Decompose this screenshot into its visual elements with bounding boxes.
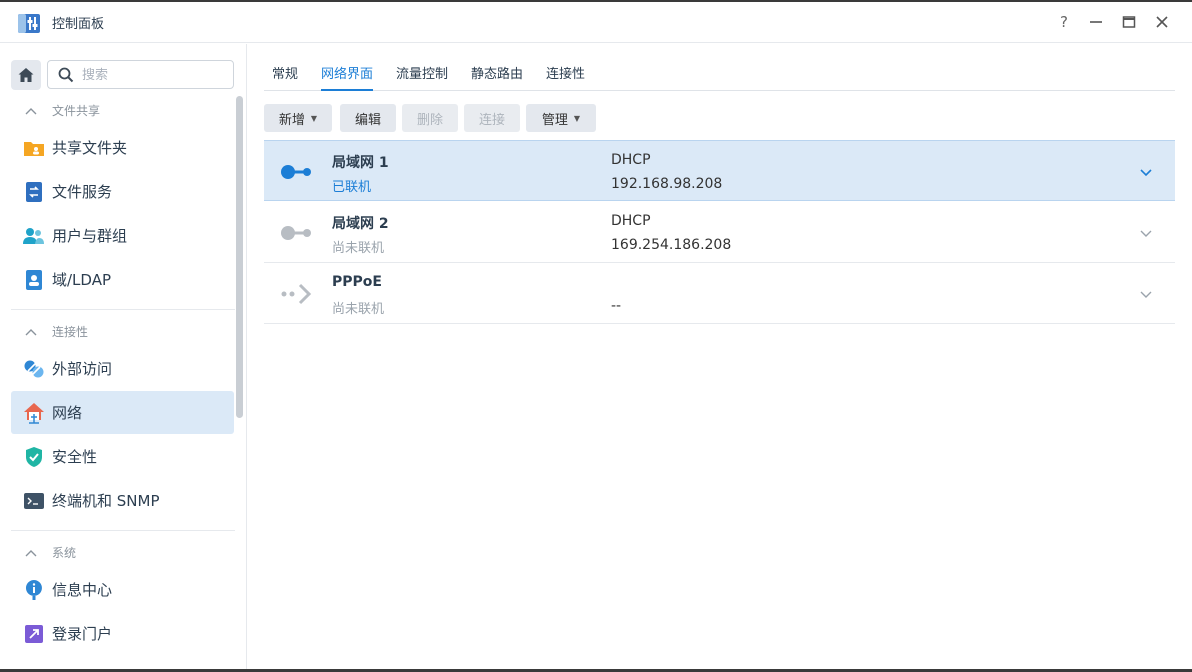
interface-status: 已联机 [332,180,372,195]
minimize-button[interactable] [1086,12,1106,32]
pppoe-icon [281,283,312,305]
section-header-connectivity[interactable]: 连接性 [25,323,88,340]
sidebar-scrollbar[interactable] [236,96,243,418]
control-panel-app-icon [18,14,40,33]
chevron-down-icon[interactable] [1136,223,1156,243]
terminal-icon [23,490,45,512]
sidebar-item-label: 文件服务 [52,183,113,201]
sidebar-item-label: 域/LDAP [52,271,112,289]
tab-general[interactable]: 常规 [272,63,298,82]
interface-status: 尚未联机 [332,241,385,256]
interface-status: 尚未联机 [332,302,385,317]
file-services-icon [23,181,45,203]
interface-row-lan2[interactable]: 局域网 2 尚未联机 DHCP 169.254.186.208 [264,202,1175,263]
caret-down-icon: ▼ [310,113,318,123]
maximize-button[interactable] [1119,12,1139,32]
section-header-system[interactable]: 系统 [25,544,76,561]
interface-name: 局域网 1 [332,155,389,171]
section-title: 系统 [52,546,77,560]
create-button-label: 新增 [278,112,305,128]
close-icon [1156,16,1168,28]
sidebar-item-users-groups[interactable]: 用户与群组 [11,214,234,257]
external-access-icon [23,358,45,380]
sidebar-item-label: 用户与群组 [52,227,128,245]
sidebar-item-shared-folder[interactable]: 共享文件夹 [11,126,234,169]
interface-mode: DHCP [611,152,651,168]
maximize-icon [1122,16,1136,28]
sidebar-item-label: 信息中心 [52,581,113,599]
sidebar-item-label: 外部访问 [52,360,113,378]
folder-share-icon [23,137,45,159]
sidebar-divider [11,309,235,310]
title-bar: 控制面板 ? [0,2,1192,43]
main-panel: 常规 网络界面 流量控制 静态路由 连接性 新增 ▼ 编辑 删除 连接 管理 ▼… [248,44,1192,669]
chevron-down-icon[interactable] [1136,284,1156,304]
tab-static-route[interactable]: 静态路由 [471,63,523,82]
interface-ip: 192.168.98.208 [611,176,723,192]
users-groups-icon [23,225,45,247]
section-header-file-sharing[interactable]: 文件共享 [25,102,100,119]
caret-down-icon: ▼ [573,113,581,123]
create-button[interactable]: 新增 ▼ [264,104,332,132]
delete-button[interactable]: 删除 [402,104,458,132]
edit-button[interactable]: 编辑 [340,104,396,132]
sidebar-item-info-center[interactable]: 信息中心 [11,568,234,611]
sidebar: 文件共享 共享文件夹 文件服务 用户与群组 域/LDAP 连接性 [0,44,247,669]
close-button[interactable] [1152,12,1172,32]
window-title: 控制面板 [52,17,105,32]
sidebar-item-label: 安全性 [52,448,98,466]
interface-name: PPPoE [332,274,382,290]
interface-name: 局域网 2 [332,216,389,232]
interface-ip: 169.254.186.208 [611,237,732,253]
help-button[interactable]: ? [1054,12,1074,32]
minimize-icon [1090,21,1102,23]
sidebar-item-external-access[interactable]: 外部访问 [11,347,234,390]
sidebar-item-security[interactable]: 安全性 [11,435,234,478]
search-box[interactable] [47,60,234,89]
chevron-up-icon [25,325,39,339]
tab-connectivity[interactable]: 连接性 [546,63,585,82]
sidebar-item-label: 登录门户 [52,625,113,643]
interface-row-pppoe[interactable]: PPPoE 尚未联机 -- [264,263,1175,324]
chevron-up-icon [25,546,39,560]
sidebar-item-label: 网络 [52,404,83,422]
info-center-icon [23,579,45,601]
sidebar-item-network[interactable]: 网络 [11,391,234,434]
network-house-icon [23,402,45,424]
search-icon [58,67,74,83]
section-title: 文件共享 [52,104,101,118]
section-title: 连接性 [52,325,89,339]
manage-button-label: 管理 [541,112,568,128]
manage-button[interactable]: 管理 ▼ [526,104,596,132]
lan-disconnected-icon [281,226,311,240]
chevron-down-icon[interactable] [1136,162,1156,182]
interface-ip: -- [611,298,622,314]
lan-connected-icon [281,165,311,179]
login-portal-icon [23,623,45,645]
tab-traffic-control[interactable]: 流量控制 [396,63,448,82]
home-icon [18,68,34,82]
active-tab-indicator [321,89,373,91]
domain-ldap-icon [23,269,45,291]
sidebar-item-file-services[interactable]: 文件服务 [11,170,234,213]
tab-network-interface[interactable]: 网络界面 [321,63,373,82]
interface-row-lan1[interactable]: 局域网 1 已联机 DHCP 192.168.98.208 [264,140,1175,201]
home-button[interactable] [11,60,41,90]
sidebar-item-login-portal[interactable]: 登录门户 [11,612,234,655]
sidebar-divider [11,530,235,531]
sidebar-item-label: 终端机和 SNMP [52,492,160,510]
connect-button[interactable]: 连接 [464,104,520,132]
tab-bar: 常规 网络界面 流量控制 静态路由 连接性 [264,44,1175,91]
search-input[interactable] [82,65,227,85]
chevron-up-icon [25,104,39,118]
sidebar-item-label: 共享文件夹 [52,139,128,157]
sidebar-item-domain-ldap[interactable]: 域/LDAP [11,258,234,301]
security-shield-icon [23,446,45,468]
interface-mode: DHCP [611,213,651,229]
sidebar-item-terminal-snmp[interactable]: 终端机和 SNMP [11,479,234,522]
